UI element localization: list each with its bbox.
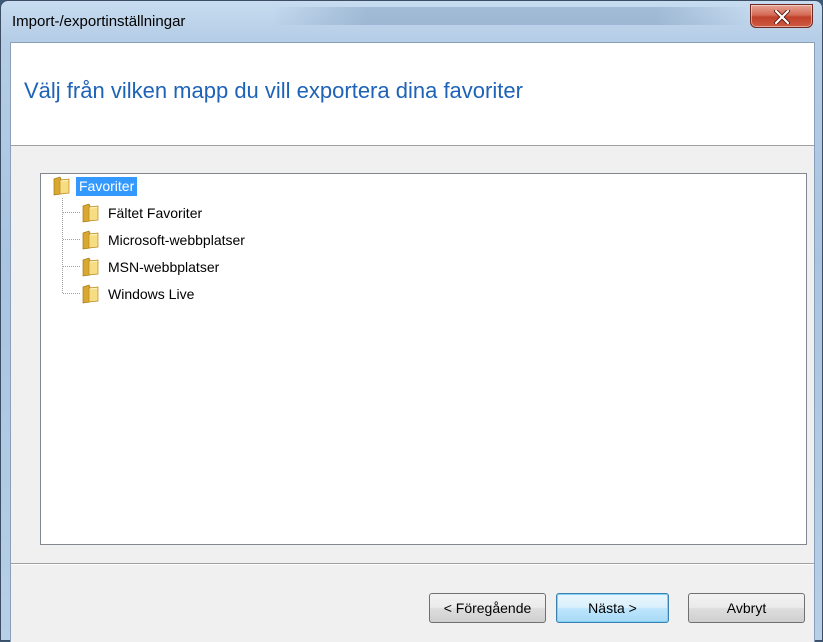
title-bar-glass [271, 7, 751, 25]
header-panel: Välj från vilken mapp du vill exportera … [11, 43, 814, 146]
close-button[interactable] [750, 4, 813, 28]
next-button[interactable]: Nästa > [556, 593, 669, 623]
tree-node-label: Favoriter [76, 176, 138, 196]
folder-icon [53, 176, 70, 196]
folder-tree[interactable]: Favoriter Fältet Favoriter Microsoft-web… [40, 173, 807, 545]
tree-node-windows-live[interactable]: Windows Live [82, 283, 197, 305]
cancel-button[interactable]: Avbryt [688, 593, 805, 623]
tree-node-label: MSN-webbplatser [108, 258, 220, 275]
tree-node-label: Windows Live [108, 285, 195, 302]
title-bar[interactable]: Import-/exportinställningar [1, 1, 823, 37]
tree-node-label: Fältet Favoriter [108, 204, 203, 221]
tree-node-label: Microsoft-webbplatser [108, 231, 245, 248]
back-button[interactable]: < Föregående [429, 593, 546, 623]
tree-node-microsoft-webbplatser[interactable]: Microsoft-webbplatser [82, 229, 248, 251]
page-heading: Välj från vilken mapp du vill exportera … [24, 78, 523, 103]
close-icon [774, 10, 790, 24]
tree-node-favoriter[interactable]: Favoriter [53, 175, 138, 197]
folder-icon [82, 203, 99, 223]
footer-separator [11, 563, 814, 565]
folder-icon [82, 230, 99, 250]
dialog-client-area: Välj från vilken mapp du vill exportera … [10, 42, 815, 642]
window-title: Import-/exportinställningar [12, 13, 186, 30]
folder-icon [82, 257, 99, 277]
folder-icon [82, 284, 99, 304]
tree-node-msn-webbplatser[interactable]: MSN-webbplatser [82, 256, 222, 278]
dialog-window: Import-/exportinställningar Välj från vi… [0, 0, 823, 642]
tree-node-faltet-favoriter[interactable]: Fältet Favoriter [82, 202, 205, 224]
